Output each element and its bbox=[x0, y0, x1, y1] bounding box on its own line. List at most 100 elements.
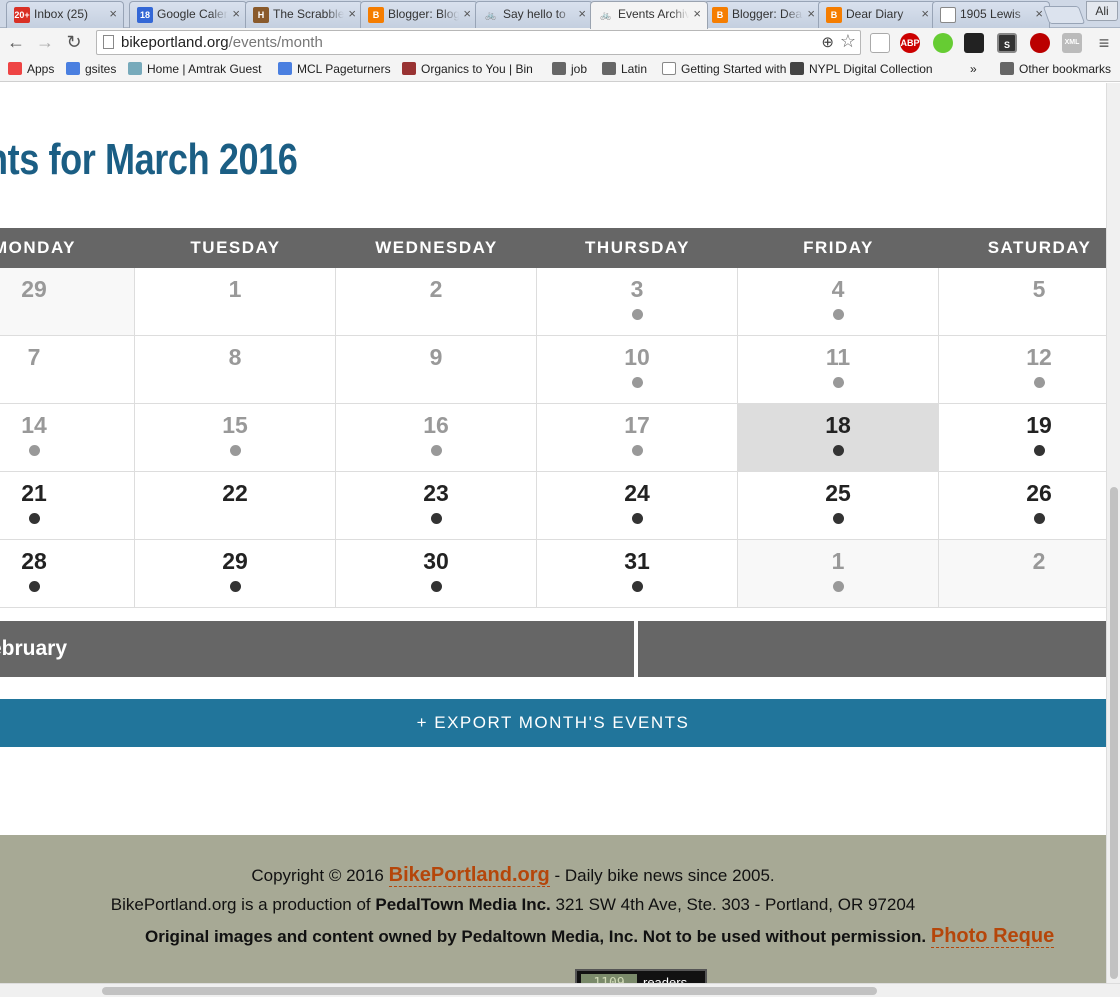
extension-s-icon[interactable]: S bbox=[997, 33, 1017, 53]
close-icon[interactable]: × bbox=[109, 6, 117, 21]
calendar-day-cell[interactable]: 2 bbox=[336, 268, 537, 336]
calendar-day-cell[interactable]: 8 bbox=[135, 336, 336, 404]
calendar-day-cell[interactable]: 31 bbox=[537, 540, 738, 608]
back-icon[interactable]: ← bbox=[5, 31, 27, 53]
event-dot-icon[interactable] bbox=[1034, 377, 1045, 388]
event-dot-icon[interactable] bbox=[632, 445, 643, 456]
event-dot-icon[interactable] bbox=[230, 445, 241, 456]
calendar-day-cell[interactable]: 11 bbox=[738, 336, 939, 404]
event-dot-icon[interactable] bbox=[632, 377, 643, 388]
adblock-icon[interactable]: ABP bbox=[900, 33, 920, 53]
calendar-day-cell[interactable]: 19 bbox=[939, 404, 1106, 472]
close-icon[interactable]: × bbox=[348, 6, 356, 21]
tab-8[interactable]: B Dear Diary × bbox=[818, 1, 936, 28]
tab-5[interactable]: 🚲 Say hello to × bbox=[475, 1, 593, 28]
bookmark-nypl-digital-collection[interactable]: NYPL Digital Collection bbox=[790, 62, 950, 76]
event-dot-icon[interactable] bbox=[632, 513, 643, 524]
event-dot-icon[interactable] bbox=[833, 377, 844, 388]
calendar-day-cell[interactable]: 2 bbox=[939, 540, 1106, 608]
event-dot-icon[interactable] bbox=[833, 513, 844, 524]
tab-7[interactable]: B Blogger: Dear × bbox=[704, 1, 822, 28]
event-dot-icon[interactable] bbox=[632, 309, 643, 320]
xml-icon[interactable]: XML bbox=[1062, 33, 1082, 53]
new-tab-button[interactable] bbox=[1042, 6, 1086, 24]
event-dot-icon[interactable] bbox=[230, 581, 241, 592]
extension-page-icon[interactable] bbox=[870, 33, 890, 53]
calendar-day-cell[interactable]: 30 bbox=[336, 540, 537, 608]
bookmark-organics-to-you-bin[interactable]: Organics to You | Bin bbox=[402, 62, 547, 76]
calendar-day-cell[interactable]: 28 bbox=[0, 540, 135, 608]
extension-glasses-icon[interactable] bbox=[964, 33, 984, 53]
event-dot-icon[interactable] bbox=[1034, 513, 1045, 524]
event-dot-icon[interactable] bbox=[632, 581, 643, 592]
extension-red-icon[interactable] bbox=[1030, 33, 1050, 53]
photo-request-link[interactable]: Photo Reque bbox=[930, 925, 1055, 948]
user-profile-button[interactable]: Ali bbox=[1086, 1, 1118, 21]
bookmark-getting-started-with-p[interactable]: Getting Started with P bbox=[662, 62, 787, 76]
tab-6[interactable]: 🚲 Events Archive × bbox=[590, 1, 708, 29]
tab-3[interactable]: H The Scrabble × bbox=[245, 1, 363, 28]
calendar-day-cell[interactable]: 14 bbox=[0, 404, 135, 472]
close-icon[interactable]: × bbox=[807, 6, 815, 21]
calendar-day-cell[interactable]: 25 bbox=[738, 472, 939, 540]
vertical-scrollbar[interactable] bbox=[1106, 83, 1120, 983]
bookmark-apps[interactable]: Apps bbox=[8, 62, 58, 76]
horizontal-scroll-thumb[interactable] bbox=[102, 987, 877, 995]
calendar-day-cell[interactable]: 17 bbox=[537, 404, 738, 472]
menu-icon[interactable]: ≡ bbox=[1094, 33, 1114, 53]
calendar-day-cell[interactable]: 3 bbox=[537, 268, 738, 336]
event-dot-icon[interactable] bbox=[29, 581, 40, 592]
bookmark-home-amtrak-guest[interactable]: Home | Amtrak Guest bbox=[128, 62, 273, 76]
next-month-button[interactable] bbox=[638, 621, 1106, 677]
event-dot-icon[interactable] bbox=[833, 309, 844, 320]
horizontal-scrollbar[interactable] bbox=[0, 983, 1120, 997]
url-text[interactable]: bikeportland.org/events/month bbox=[121, 34, 323, 51]
event-dot-icon[interactable] bbox=[29, 445, 40, 456]
calendar-day-cell[interactable]: 7 bbox=[0, 336, 135, 404]
calendar-day-cell[interactable]: 1 bbox=[738, 540, 939, 608]
calendar-day-cell[interactable]: 18 bbox=[738, 404, 939, 472]
event-dot-icon[interactable] bbox=[431, 445, 442, 456]
calendar-day-cell[interactable]: 24 bbox=[537, 472, 738, 540]
calendar-day-cell[interactable]: 12 bbox=[939, 336, 1106, 404]
address-bar[interactable]: bikeportland.org/events/month ⊕ ☆ bbox=[96, 30, 861, 55]
export-month-button[interactable]: + EXPORT MONTH'S EVENTS bbox=[0, 699, 1106, 747]
zoom-icon[interactable]: ⊕ bbox=[821, 33, 834, 51]
tab-4[interactable]: B Blogger: Blog × bbox=[360, 1, 478, 28]
event-dot-icon[interactable] bbox=[1034, 445, 1045, 456]
close-icon[interactable]: × bbox=[232, 6, 240, 21]
calendar-day-cell[interactable]: 22 bbox=[135, 472, 336, 540]
calendar-day-cell[interactable]: 29 bbox=[0, 268, 135, 336]
bookmark-job[interactable]: job bbox=[552, 62, 597, 76]
calendar-day-cell[interactable]: 15 bbox=[135, 404, 336, 472]
calendar-day-cell[interactable]: 29 bbox=[135, 540, 336, 608]
event-dot-icon[interactable] bbox=[431, 513, 442, 524]
calendar-day-cell[interactable]: 10 bbox=[537, 336, 738, 404]
calendar-day-cell[interactable]: 9 bbox=[336, 336, 537, 404]
bookmark-[interactable]: » bbox=[970, 62, 990, 76]
tab-9[interactable]: 1905 Lewis × bbox=[932, 1, 1050, 28]
calendar-day-cell[interactable]: 16 bbox=[336, 404, 537, 472]
reload-icon[interactable]: ↻ bbox=[63, 31, 85, 53]
bikeportland-link[interactable]: BikePortland.org bbox=[388, 864, 550, 887]
event-dot-icon[interactable] bbox=[833, 445, 844, 456]
calendar-day-cell[interactable]: 5 bbox=[939, 268, 1106, 336]
event-dot-icon[interactable] bbox=[833, 581, 844, 592]
bookmark-gsites[interactable]: gsites bbox=[66, 62, 121, 76]
bookmark-mcl-pageturners[interactable]: MCL Pageturners bbox=[278, 62, 398, 76]
close-icon[interactable]: × bbox=[921, 6, 929, 21]
tab-1[interactable]: 20+ Inbox (25) × bbox=[6, 1, 124, 28]
prev-month-button[interactable]: ebruary bbox=[0, 621, 634, 677]
calendar-day-cell[interactable]: 26 bbox=[939, 472, 1106, 540]
calendar-day-cell[interactable]: 23 bbox=[336, 472, 537, 540]
calendar-day-cell[interactable]: 21 bbox=[0, 472, 135, 540]
tab-2[interactable]: 18 Google Calendar × bbox=[129, 1, 247, 28]
extension-circle-icon[interactable] bbox=[933, 33, 953, 53]
close-icon[interactable]: × bbox=[578, 6, 586, 21]
event-dot-icon[interactable] bbox=[431, 581, 442, 592]
close-icon[interactable]: × bbox=[1035, 6, 1043, 21]
forward-icon[interactable]: → bbox=[34, 31, 56, 53]
close-icon[interactable]: × bbox=[463, 6, 471, 21]
calendar-day-cell[interactable]: 4 bbox=[738, 268, 939, 336]
bookmark-star-icon[interactable]: ☆ bbox=[840, 31, 856, 52]
